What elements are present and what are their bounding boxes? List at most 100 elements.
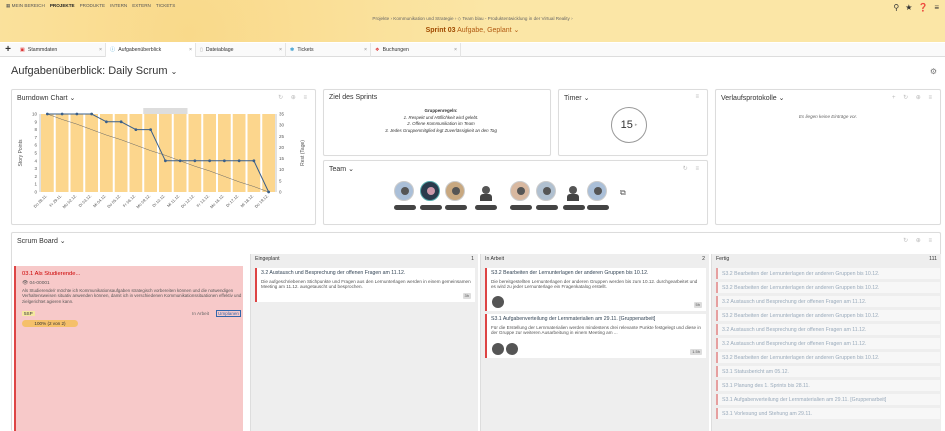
panel-actions[interactable]: ↻ ≡ [683,165,702,172]
data-point [193,159,197,163]
column-header: In Arbeit 2 [485,256,705,262]
menu-icon[interactable]: ≡ [934,3,939,12]
task-title[interactable]: S3.1 Aufgabenverteilung der Lernmaterial… [491,316,702,323]
timer-panel: Timer ⌄ ≡ 15 ▸ [558,89,708,156]
burndown-title[interactable]: Burndown Chart ⌄ [17,94,75,102]
close-icon[interactable]: × [189,47,192,53]
column-in-arbeit: In Arbeit 2 S3.2 Bearbeiten der Lernunter… [480,254,709,431]
goal-panel: Ziel des Sprints Gruppenregeln: 1. Respe… [323,89,551,156]
x-tick-label: Do 19.12. [254,193,270,209]
bar [203,114,216,192]
avatar[interactable] [394,181,414,201]
task-card[interactable]: 3.2 Austausch und Besprechung der offene… [255,268,475,302]
sprint-selector[interactable]: Sprint 03 Aufgabe, Geplant ⌄ [0,26,945,34]
timer-title[interactable]: Timer ⌄ [564,94,589,102]
star-icon[interactable]: ★ [905,3,912,12]
nav-projekte[interactable]: PROJEKTE [50,3,75,9]
story-description: Als Studierende/r möchte ich Kommunikati… [22,288,242,304]
done-item[interactable]: S3.2 Bearbeiten der Lernunterlagen der a… [716,310,940,321]
nav-extern[interactable]: EXTERN [132,3,151,9]
settings-icon[interactable]: ⚙ [930,67,937,76]
avatar[interactable] [420,181,440,201]
y2-tick-label: 10 [279,167,285,172]
tab-tickets[interactable]: ✽ Tickets × [286,42,371,57]
bar [114,114,128,192]
bar [144,114,157,192]
team-panel: Team ⌄ ↻ ≡ ⧉ [323,160,708,225]
tab-dateiablage[interactable]: ▯ Dateiablage × [196,42,286,57]
task-title[interactable]: S3.2 Bearbeiten der Lernunterlagen der a… [491,270,702,277]
data-point [267,190,271,194]
close-icon[interactable]: × [99,47,102,53]
y2-tick-label: 20 [279,145,285,150]
panel-actions[interactable]: ↻ ⊕ ≡ [903,237,935,244]
done-item[interactable]: S3.2 Bearbeiten der Lernunterlagen der a… [716,282,940,293]
done-item[interactable]: S3.2 Bearbeiten der Lernunterlagen der a… [716,352,940,363]
task-description: Die aufgeschriebenen Stichpunkte und Fra… [261,278,471,290]
done-item[interactable]: 3.2 Austausch und Besprechung der offene… [716,338,940,349]
history-title[interactable]: Verlaufsprotokolle ⌄ [721,94,784,102]
breadcrumb[interactable]: Projekte › Kommunikation und Strategie ›… [0,16,945,22]
done-item[interactable]: S3.1 Vorlesung und Stehung am 29.11. [716,408,940,419]
nav-intern[interactable]: INTERN [110,3,127,9]
avatar[interactable] [510,181,530,201]
panel-actions[interactable]: ↻ ⊕ ≡ [278,94,310,101]
close-icon[interactable]: × [364,47,367,53]
data-point [149,128,153,131]
story-points-badge: 5SP [22,311,35,316]
nav-produkte[interactable]: PRODUKTE [80,3,106,9]
avatar[interactable] [476,181,496,201]
avatar[interactable] [587,181,607,201]
done-item[interactable]: 3.2 Austausch und Besprechung der offene… [716,324,940,335]
scrum-title[interactable]: Scrum Board ⌄ [17,237,66,245]
main-nav: ▦ MEIN BEREICH PROJEKTE PRODUKTE INTERN … [6,3,175,9]
tab-buchungen[interactable]: ❖ Buchungen × [371,42,461,57]
nav-mein-bereich[interactable]: ▦ MEIN BEREICH [6,3,45,9]
bar [218,114,231,192]
tab-aufgabenueberblick[interactable]: ⓘ Aufgabenüberblick × [106,42,196,57]
task-card[interactable]: S3.1 Aufgabenverteilung der Lernmaterial… [485,314,706,358]
panel-actions[interactable]: + ↻ ⊕ ≡ [892,94,935,101]
tab-stammdaten[interactable]: ▣ Stammdaten × [16,42,106,57]
done-item[interactable]: S3.2 Bearbeiten der Lernunterlagen der a… [716,268,940,279]
close-icon[interactable]: × [454,47,457,53]
done-item[interactable]: S3.1 Planung des 1. Sprints bis 28.11. [716,380,940,391]
user-story-card[interactable]: 03.1 Als Studierende... 👁 04-00001 Als S… [14,266,243,431]
avatar[interactable] [563,181,583,201]
nav-tickets[interactable]: TICKETS [156,3,175,9]
timer-display[interactable]: 15 ▸ [611,107,647,143]
avatar[interactable] [536,181,556,201]
avatar-name [587,205,609,210]
chevron-down-icon: ⌄ [170,67,178,76]
story-title[interactable]: 03.1 Als Studierende... [22,271,80,277]
close-icon[interactable]: × [279,47,282,53]
team-title[interactable]: Team ⌄ [329,165,354,173]
data-point [163,159,167,163]
data-point [237,159,241,163]
y2-tick-label: 0 [279,190,282,195]
bar [173,114,187,192]
hours-badge: 5h [693,302,702,308]
bar [85,114,98,192]
done-item[interactable]: S3.1 Aufgabenverteilung der Lernmaterial… [716,394,940,405]
task-title[interactable]: 3.2 Austausch und Besprechung der offene… [261,270,471,277]
task-card[interactable]: S3.2 Bearbeiten der Lernunterlagen der a… [485,268,706,311]
search-icon[interactable]: ⚲ [893,3,899,12]
info-icon: ⓘ [110,47,116,53]
data-point [119,120,123,124]
page-title[interactable]: Aufgabenüberblick: Daily Scrum ⌄ [11,65,177,77]
help-icon[interactable]: ❓ [918,3,928,12]
empty-message: Es liegen keine Einträge vor. [798,114,858,119]
hours-badge: 1.5h [690,349,702,355]
add-tab-button[interactable]: + [0,43,16,57]
group-icon[interactable]: ⧉ [620,188,626,198]
data-point [208,159,212,163]
header-bar: ▦ MEIN BEREICH PROJEKTE PRODUKTE INTERN … [0,0,945,42]
replan-button[interactable]: Umplanen [216,310,241,317]
hours-badge: 3h [462,293,471,299]
done-item[interactable]: 3.2 Austausch und Besprechung der offene… [716,296,940,307]
x-tick-label: Mo 16.12. [209,193,225,209]
avatar[interactable] [445,181,465,201]
done-item[interactable]: S3.1 Statusbericht am 05.12. [716,366,940,377]
panel-actions[interactable]: ≡ [695,94,702,100]
